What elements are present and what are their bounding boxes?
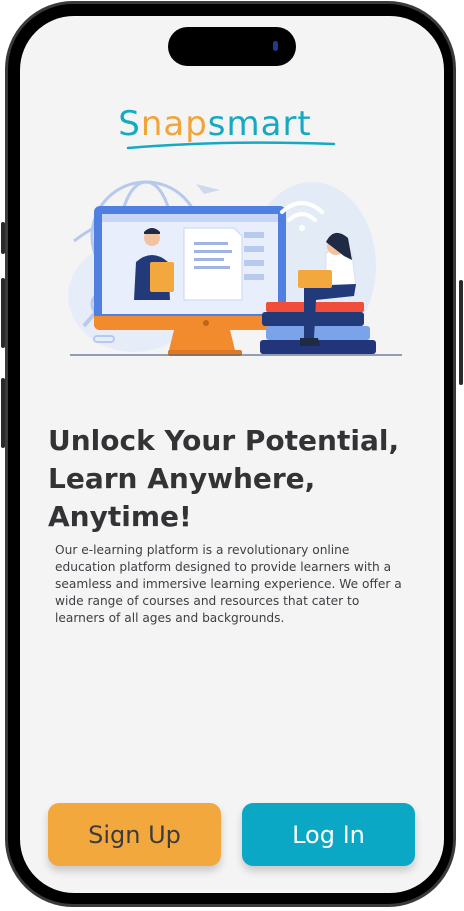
description: Our e-learning platform is a revolutiona… xyxy=(55,543,402,625)
dynamic-island xyxy=(168,27,296,66)
volume-down-button xyxy=(1,378,5,448)
headline: Unlock Your Potential, Learn Anywhere, A… xyxy=(48,424,400,533)
mute-switch xyxy=(1,222,5,254)
log-in-button[interactable]: Log In xyxy=(242,803,415,866)
sign-up-button[interactable]: Sign Up xyxy=(48,803,221,866)
hero-illustration-icon xyxy=(68,180,402,356)
power-button xyxy=(459,280,463,385)
volume-up-button xyxy=(1,278,5,348)
camera-icon xyxy=(273,41,278,51)
logo-swoosh-icon xyxy=(126,141,336,150)
